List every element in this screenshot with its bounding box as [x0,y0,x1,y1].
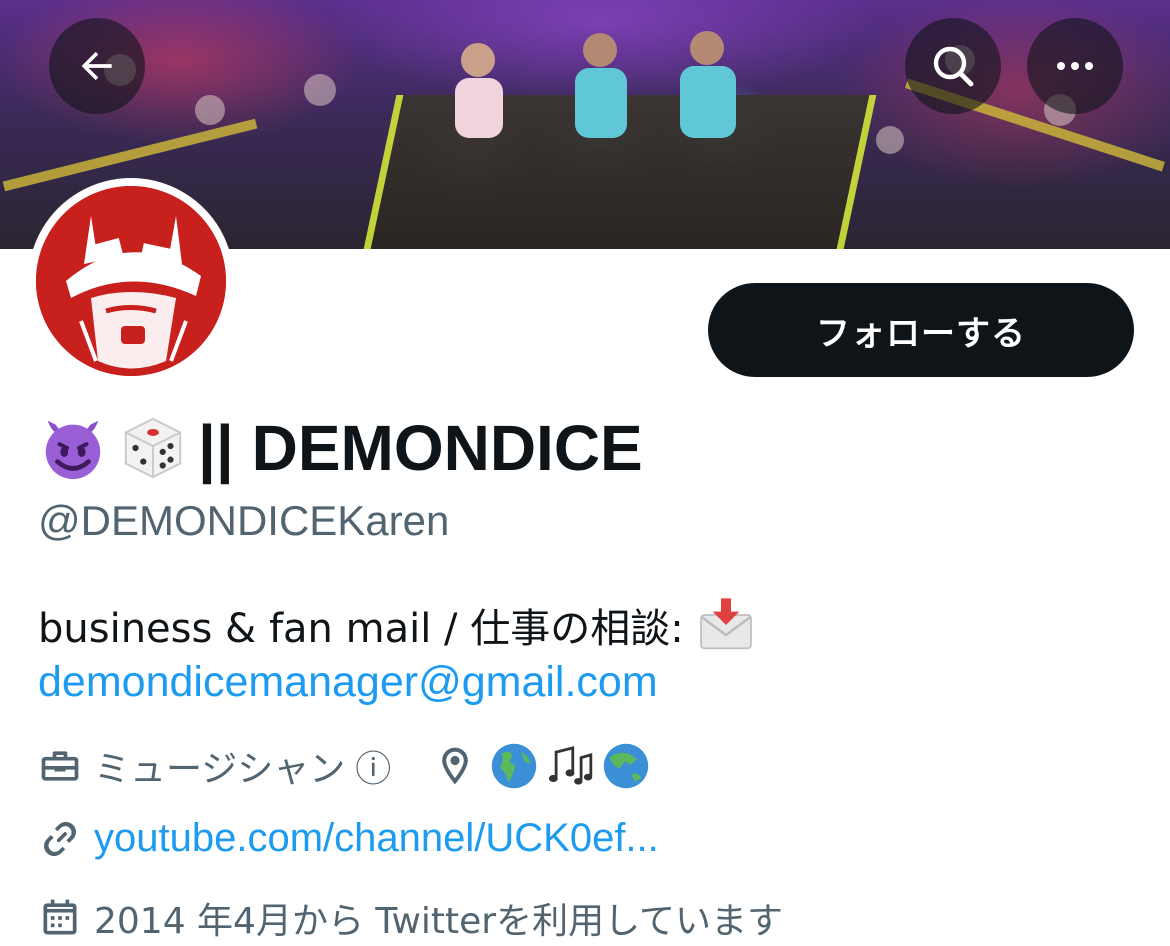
profile-joined-row: 2014 年4月から Twitterを利用しています [38,892,783,944]
more-button[interactable] [1027,18,1123,114]
calendar-icon [43,899,77,935]
bio-text: business & fan mail / 仕事の相談: [38,606,684,652]
globe-americas-emoji [492,743,537,789]
smiling-devil-emoji [45,420,101,480]
profile-joined-date: 2014 年4月から Twitterを利用しています [94,901,783,942]
arrow-left-icon [81,51,112,81]
follow-button[interactable]: フォローする [708,283,1134,377]
search-icon [933,46,974,87]
info-icon[interactable]: ⓘ [355,740,391,792]
more-horizontal-icon [1057,62,1093,70]
incoming-envelope-emoji [699,598,752,650]
profile-handle: @DEMONDICEKaren [38,497,450,544]
bio-email-link[interactable]: demondicemanager@gmail.com [38,658,658,707]
back-button[interactable] [49,18,145,114]
profile-bio: business & fan mail / 仕事の相談: [38,595,756,655]
avatar-image [36,186,226,376]
link-icon [44,821,76,856]
profile-url-row: youtube.com/channel/UCK0ef... [38,816,659,861]
profile-avatar[interactable] [28,178,234,384]
search-button[interactable] [905,18,1001,114]
avatar-illustration [36,186,226,376]
profile-meta-row: ミュージシャン ⓘ [38,740,651,792]
profile-url-link[interactable]: youtube.com/channel/UCK0ef... [94,816,659,861]
location-pin-icon [442,747,469,785]
briefcase-icon [41,751,79,781]
display-name-text: || DEMONDICE [198,412,643,484]
dice-emoji [124,417,182,479]
profile-category: ミュージシャン [94,749,346,790]
display-name: || DEMONDICE [38,410,643,486]
globe-asia-emoji [604,743,649,789]
musical-notes-emoji [549,746,593,785]
